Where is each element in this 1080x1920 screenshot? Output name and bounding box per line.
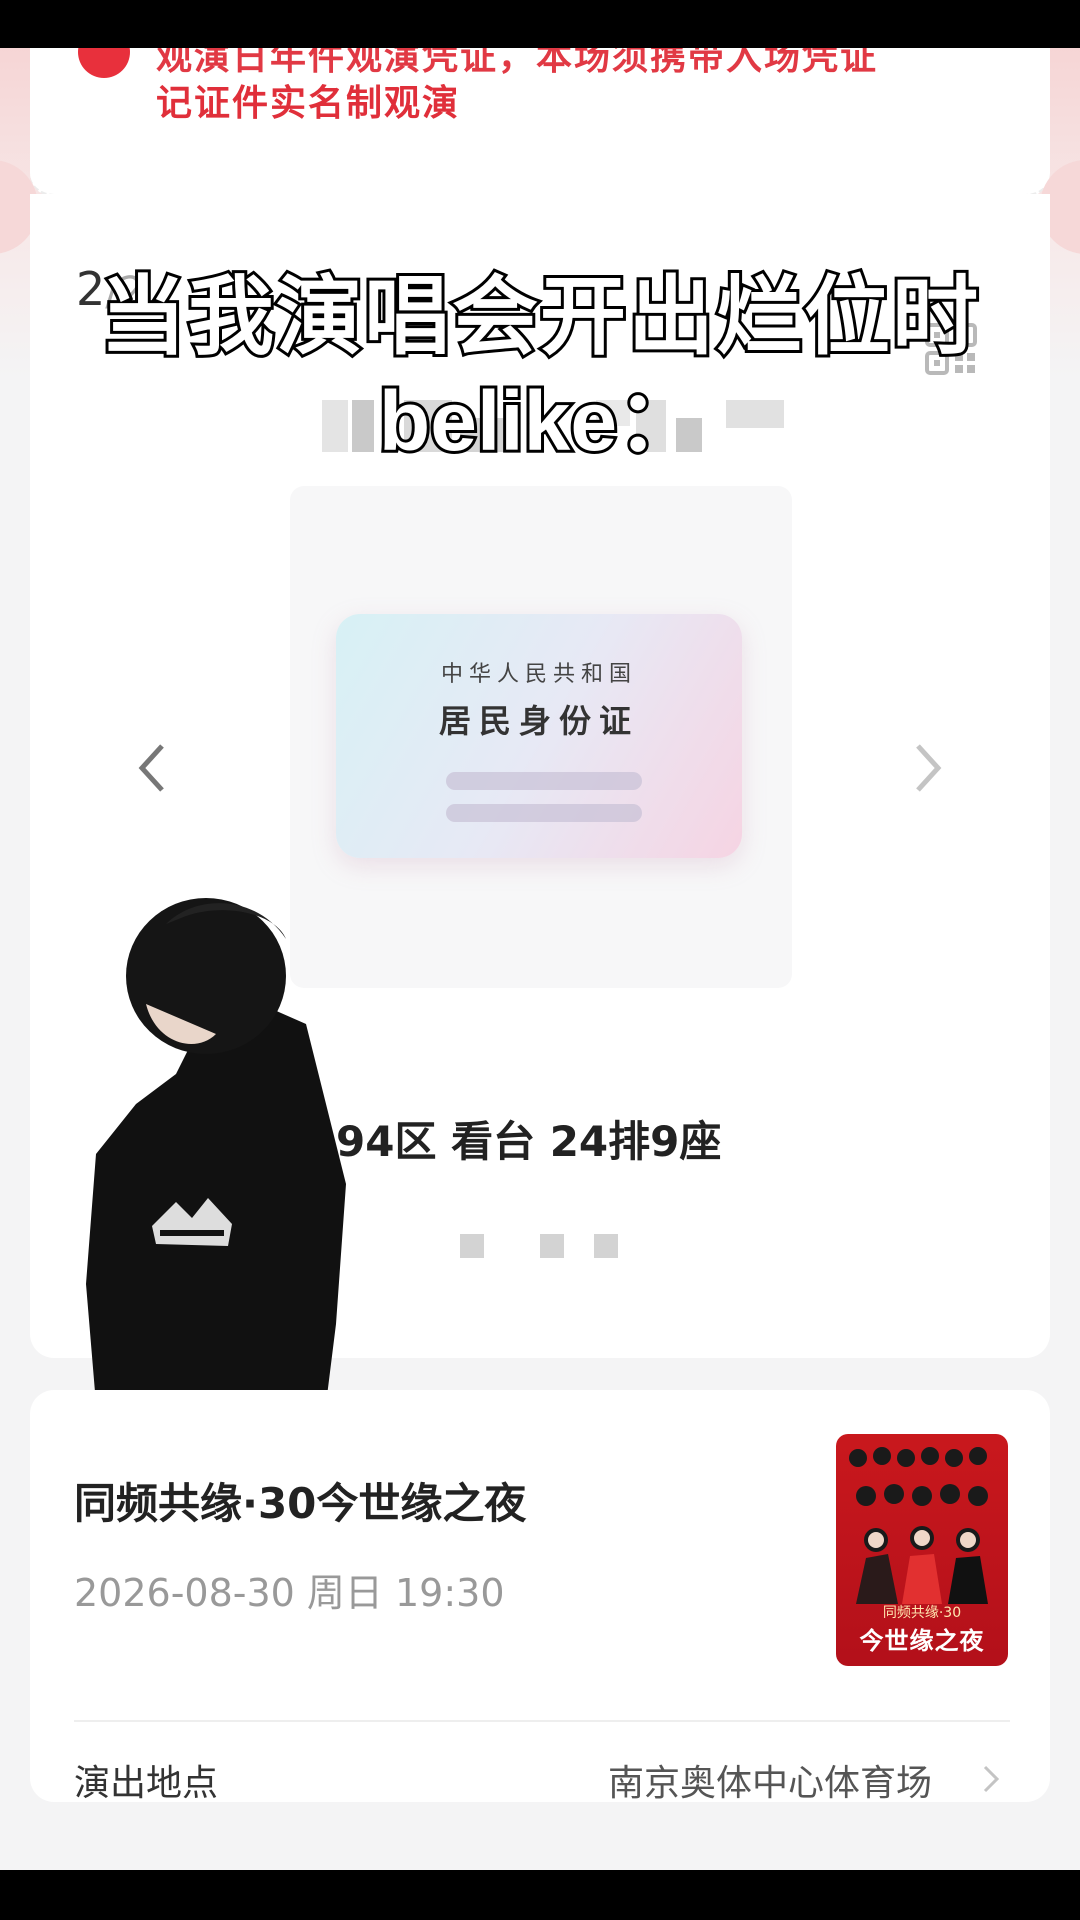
id-card-country: 中华人民共和国 [440,662,637,687]
poster-title: 今世缘之夜 [859,1627,985,1655]
event-datetime: 2026-08-30 周日 19:30 [74,1571,505,1615]
chevron-right-icon[interactable] [908,738,948,798]
notice-card: 观演日年件观演凭证，本场须携带入场凭证 记证件实名制观演 [30,48,1050,197]
id-card-line [446,804,642,822]
poster-subtitle: 同频共缘·30 [882,1605,962,1621]
id-card-illustration: 中华人民共和国 居民身份证 [336,614,742,858]
seat-info: 94区 看台 24排9座 [336,1117,722,1166]
event-poster[interactable]: 同频共缘·30 今世缘之夜 [836,1434,1008,1666]
alert-icon [78,48,130,78]
meme-caption-line2: belike： [376,371,704,471]
chevron-left-icon[interactable] [132,738,172,798]
event-info-card[interactable]: 同频共缘·30今世缘之夜 2026-08-30 周日 19:30 同频共缘·30 [30,1390,1050,1804]
app-screen: 观演日年件观演凭证，本场须携带入场凭证 记证件实名制观演 2/2 中华人民共和国… [0,48,1080,1870]
id-card-type: 居民身份证 [438,702,639,740]
meme-caption-line1: 当我演唱会开出烂位时 [97,264,981,370]
id-card-line [446,772,642,790]
venue-value[interactable]: 南京奥体中心体育场 [608,1754,932,1806]
venue-label: 演出地点 [74,1763,219,1804]
notice-text-line2: 记证件实名制观演 [156,83,461,124]
divider [74,1720,1010,1722]
chevron-right-icon[interactable] [982,1764,1000,1794]
event-title: 同频共缘·30今世缘之夜 [74,1479,527,1528]
person-cutout-image [86,898,346,1404]
